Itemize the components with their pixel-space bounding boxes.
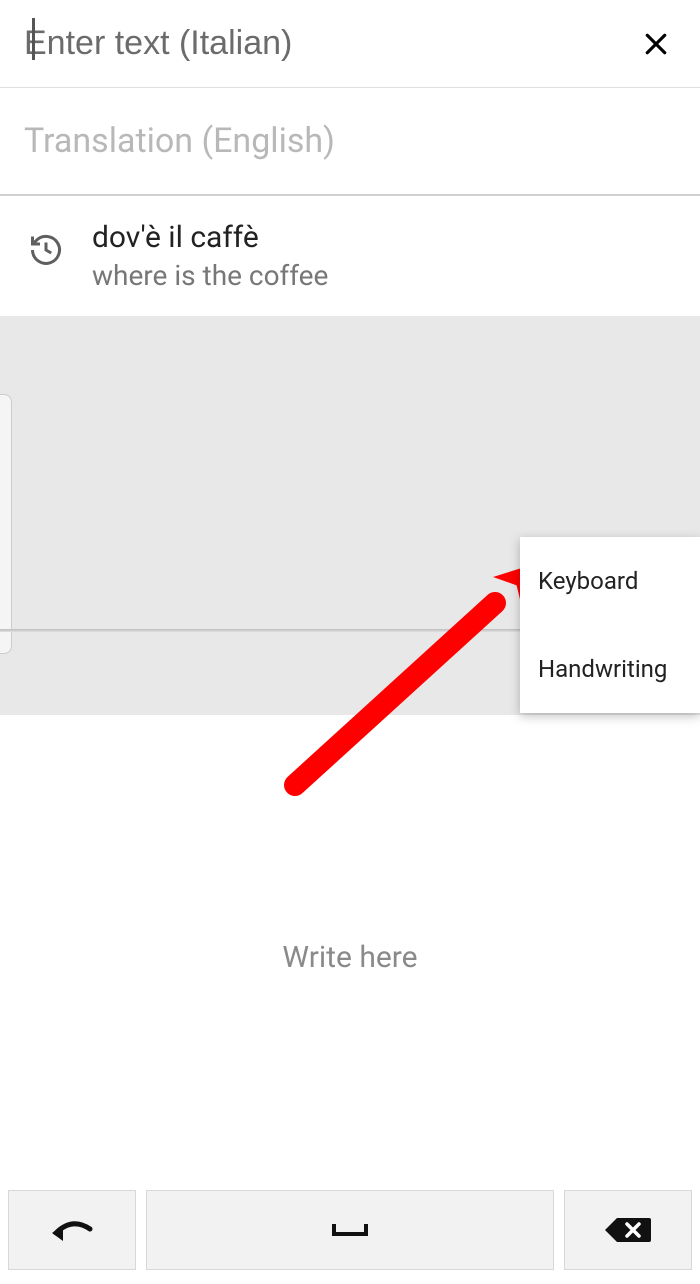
history-icon xyxy=(28,232,64,272)
handwriting-toolbar xyxy=(0,1180,700,1284)
input-method-menu: Keyboard Handwriting xyxy=(520,537,700,713)
space-button[interactable] xyxy=(146,1190,554,1270)
history-text: dov'è il caffè where is the coffee xyxy=(92,220,328,292)
history-item[interactable]: dov'è il caffè where is the coffee xyxy=(0,196,700,316)
source-text-input[interactable] xyxy=(24,24,636,63)
backspace-icon xyxy=(603,1214,653,1246)
history-target-text: where is the coffee xyxy=(92,259,328,292)
space-icon xyxy=(330,1220,370,1240)
backspace-button[interactable] xyxy=(564,1190,692,1270)
close-button[interactable] xyxy=(636,24,676,64)
undo-button[interactable] xyxy=(8,1190,136,1270)
handwriting-hint: Write here xyxy=(282,940,417,975)
translation-placeholder: Translation (English) xyxy=(24,121,335,161)
translation-section: Translation (English) xyxy=(0,88,700,196)
close-icon xyxy=(641,29,671,59)
history-source-text: dov'è il caffè xyxy=(92,220,328,255)
undo-icon xyxy=(48,1215,96,1245)
menu-item-handwriting[interactable]: Handwriting xyxy=(520,625,700,713)
text-cursor xyxy=(32,18,35,60)
panel-pull-tab[interactable] xyxy=(0,394,12,654)
menu-item-keyboard[interactable]: Keyboard xyxy=(520,537,700,625)
input-section xyxy=(0,0,700,88)
handwriting-area[interactable]: Write here xyxy=(0,720,700,1180)
